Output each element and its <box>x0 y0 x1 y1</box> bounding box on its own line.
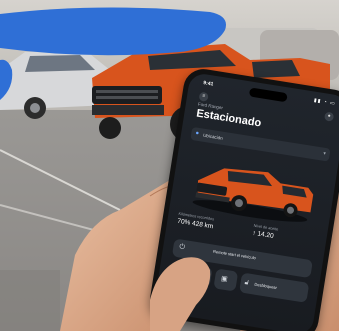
lock-button[interactable]: 🔒︎ Bloquear <box>167 261 213 288</box>
center-car-button[interactable]: ▣ <box>213 268 239 292</box>
chevron-down-icon: ▾ <box>322 150 327 158</box>
status-time: 9:41 <box>202 80 214 88</box>
location-label: Ubicación <box>202 132 224 141</box>
profile-icon[interactable]: ● <box>323 111 335 122</box>
vehicle-status: Estacionado <box>195 107 263 130</box>
photo: 9:41 ▮▮ ◔ ▭ ≡ ● Ford Ranger Estacionado … <box>0 0 339 331</box>
lock-label: Bloquear <box>183 270 200 278</box>
unlock-icon: 🔓︎ <box>244 279 250 287</box>
unlock-button[interactable]: 🔓︎ Desbloquear <box>239 272 310 303</box>
power-icon: ⏻ <box>178 243 186 252</box>
car-icon: ▣ <box>220 275 229 284</box>
unlock-label: Desbloquear <box>254 281 278 291</box>
app-screen: 9:41 ▮▮ ◔ ▭ ≡ ● Ford Ranger Estacionado … <box>153 71 339 331</box>
dynamic-island <box>248 87 288 103</box>
menu-icon[interactable]: ≡ <box>198 91 209 102</box>
status-icons: ▮▮ ◔ ▭ <box>313 97 337 107</box>
lock-icon: 🔒︎ <box>172 267 178 276</box>
location-pin-icon: ● <box>194 130 200 137</box>
brand-banner <box>0 7 226 56</box>
remote-start-label: Remote start el vehículo <box>212 248 257 261</box>
